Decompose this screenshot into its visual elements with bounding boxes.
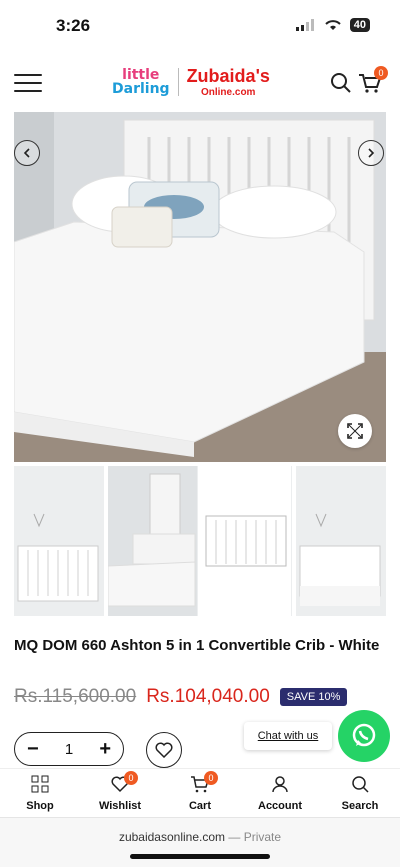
tab-label: Account — [258, 800, 302, 812]
crib-thumbnail-image — [14, 466, 103, 616]
sale-price: Rs.104,040.00 — [146, 686, 270, 707]
discount-badge: SAVE 10% — [279, 688, 348, 706]
wifi-icon — [325, 20, 341, 30]
prev-image-button[interactable] — [14, 140, 40, 166]
site-header: little Darling Zubaida's Online.com 0 — [0, 60, 400, 108]
original-price: Rs.115,600.00 — [14, 686, 137, 707]
status-icons: 40 — [295, 18, 370, 32]
browser-address-bar[interactable]: zubaidasonline.com — Private — [0, 817, 400, 867]
search-icon[interactable] — [330, 72, 352, 94]
heart-icon — [155, 742, 173, 758]
thumbnail-1[interactable] — [14, 466, 104, 616]
user-icon — [272, 776, 288, 793]
product-title: MQ DOM 660 Ashton 5 in 1 Convertible Cri… — [14, 637, 380, 654]
status-bar: 3:26 40 — [0, 0, 400, 52]
zoom-button[interactable] — [338, 414, 372, 448]
menu-icon[interactable] — [14, 74, 42, 92]
expand-icon — [347, 423, 363, 439]
tab-account[interactable]: Account — [240, 769, 320, 817]
quantity-value[interactable]: 1 — [65, 741, 73, 758]
tab-cart[interactable]: 0 Cart — [160, 769, 240, 817]
little-darling-logo: little Darling — [112, 67, 170, 97]
header-cart-button[interactable]: 0 — [358, 66, 388, 99]
grid-icon — [31, 775, 49, 793]
private-mode-label: — Private — [228, 830, 282, 844]
price-row: Rs.115,600.00 Rs.104,040.00 SAVE 10% — [14, 686, 348, 708]
whatsapp-icon — [352, 723, 376, 747]
tab-search[interactable]: Search — [320, 769, 400, 817]
product-main-image[interactable] — [14, 112, 386, 462]
battery-indicator: 40 — [349, 18, 370, 32]
tab-label: Search — [341, 800, 379, 812]
decrease-quantity-button[interactable]: − — [27, 738, 39, 761]
tab-label: Cart — [188, 800, 211, 812]
wishlist-count-badge: 0 — [124, 771, 138, 785]
thumbnail-3[interactable] — [202, 466, 292, 616]
increase-quantity-button[interactable]: + — [99, 738, 111, 761]
thumbnail-4[interactable] — [296, 466, 386, 616]
daybed-thumbnail-image — [296, 466, 385, 616]
url-domain: zubaidasonline.com — [118, 830, 226, 844]
tab-label: Wishlist — [98, 800, 142, 812]
bottom-nav: Shop 0 Wishlist 0 Cart Account Search — [0, 768, 400, 817]
search-icon — [352, 776, 369, 793]
whatsapp-button[interactable] — [338, 710, 390, 762]
tab-label: Shop — [26, 800, 54, 812]
thumbnail-2[interactable] — [108, 466, 198, 616]
bed-thumbnail-image — [108, 466, 197, 616]
logo-divider — [177, 68, 179, 96]
cart-count-badge: 0 — [204, 771, 218, 785]
tab-shop[interactable]: Shop — [0, 769, 80, 817]
url-display[interactable]: zubaidasonline.com — Private — [0, 830, 400, 844]
zubaidas-logo: Zubaida's Online.com — [186, 66, 270, 98]
cart-count-badge: 0 — [374, 66, 388, 80]
home-indicator[interactable] — [130, 854, 270, 859]
add-to-wishlist-button[interactable] — [146, 732, 182, 768]
crib-angle-thumbnail-image — [202, 466, 291, 616]
chevron-left-icon — [23, 148, 30, 158]
thumbnail-strip — [14, 466, 386, 616]
chat-with-us-button[interactable]: Chat with us — [244, 722, 332, 750]
bed-illustration — [14, 112, 386, 462]
tab-wishlist[interactable]: 0 Wishlist — [80, 769, 160, 817]
chevron-right-icon — [368, 148, 375, 158]
quantity-stepper: − 1 + — [14, 732, 124, 766]
clock: 3:26 — [56, 16, 91, 35]
next-image-button[interactable] — [358, 140, 384, 166]
signal-icon — [295, 19, 314, 31]
site-logo[interactable]: little Darling Zubaida's Online.com — [112, 66, 270, 98]
